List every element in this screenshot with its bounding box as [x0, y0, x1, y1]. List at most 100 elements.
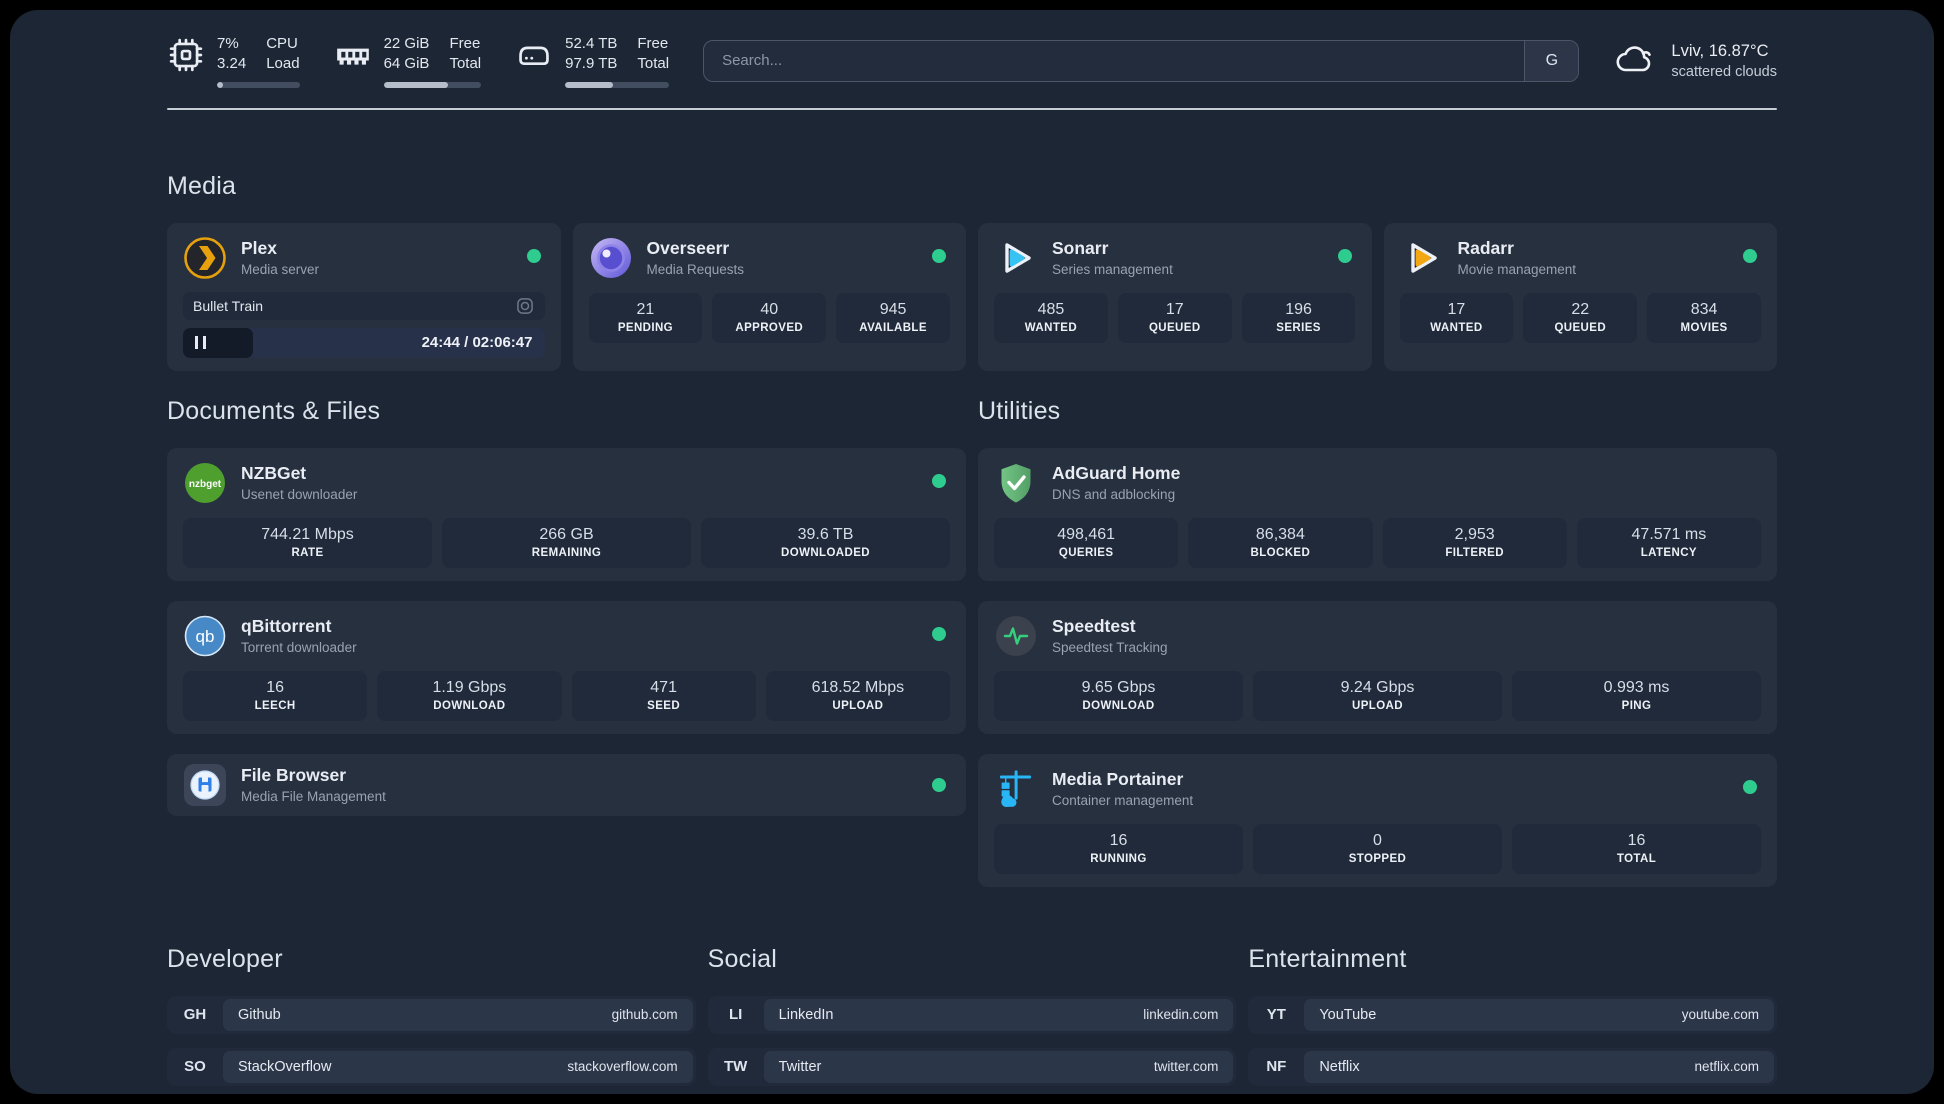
playback-time: 24:44 / 02:06:47 [421, 334, 533, 351]
app-card-filebrowser[interactable]: File Browser Media File Management [167, 753, 966, 816]
stat-queries: 498,461 QUERIES [994, 517, 1179, 568]
plex-icon [183, 236, 227, 280]
link-abbr: SO [184, 1058, 206, 1075]
section-documents: Documents & Files nzbget NZBGet Usenet d [167, 397, 966, 887]
link-name: Github [238, 1006, 281, 1023]
link-name: Netflix [1319, 1058, 1360, 1075]
qbittorrent-icon: qb [183, 614, 227, 658]
cpu-progress-bar [217, 81, 300, 88]
search-input[interactable] [704, 40, 1525, 81]
search-engine-button[interactable]: G [1524, 40, 1579, 81]
link-url: github.com [611, 1007, 678, 1022]
sonarr-icon [994, 236, 1038, 280]
status-dot [1743, 248, 1757, 263]
memory-labels: Free Total [449, 35, 482, 73]
app-card-overseerr[interactable]: Overseerr Media Requests 21 PENDING 40 A… [572, 222, 966, 371]
link-twitter[interactable]: TW Twitter twitter.com [707, 1047, 1237, 1086]
stat-latency: 47.571 ms LATENCY [1576, 517, 1761, 568]
cpu-chip-icon [167, 36, 205, 74]
playback-progress-fill [183, 327, 254, 358]
link-name: StackOverflow [238, 1058, 332, 1075]
status-dot [1337, 248, 1352, 263]
playback-progress-bar[interactable]: 24:44 / 02:06:47 [183, 327, 545, 358]
cpu-widget: 7% 3.24 CPU Load [167, 34, 300, 88]
cloud-icon [1613, 39, 1657, 83]
link-netflix[interactable]: NF Netflix netflix.com [1248, 1047, 1777, 1086]
link-youtube[interactable]: YT YouTube youtube.com [1248, 995, 1777, 1034]
stat-movies: 834 MOVIES [1647, 292, 1761, 343]
app-title: Media Portainer [1052, 769, 1184, 789]
topbar: 7% 3.24 CPU Load 22 GiB 64 GiB Free Tota… [167, 34, 1777, 88]
pause-icon[interactable] [195, 336, 206, 349]
weather-widget: Lviv, 16.87°C scattered clouds [1613, 39, 1777, 83]
nzbget-icon: nzbget [183, 461, 227, 505]
dashboard: 7% 3.24 CPU Load 22 GiB 64 GiB Free Tota… [10, 10, 1934, 1094]
now-playing-title: Bullet Train [193, 297, 264, 314]
link-linkedin[interactable]: LI LinkedIn linkedin.com [707, 995, 1237, 1034]
app-description: Usenet downloader [241, 487, 358, 502]
app-description: Speedtest Tracking [1052, 640, 1168, 655]
weather-text: Lviv, 16.87°C scattered clouds [1671, 42, 1777, 80]
app-title: File Browser [241, 765, 347, 785]
svg-text:qb: qb [196, 627, 215, 646]
ram-icon [334, 36, 372, 74]
topbar-divider [167, 107, 1777, 110]
status-dot [932, 248, 946, 263]
cpu-values: 7% 3.24 [217, 35, 247, 73]
link-url: twitter.com [1153, 1059, 1219, 1074]
link-url: linkedin.com [1143, 1007, 1219, 1022]
app-card-speedtest[interactable]: Speedtest Speedtest Tracking 9.65 Gbps D… [978, 600, 1777, 734]
status-dot [932, 626, 946, 641]
app-title: Overseerr [646, 238, 730, 258]
adguard-shield-icon [994, 461, 1038, 505]
disk-drive-icon [515, 36, 553, 74]
app-card-qbittorrent[interactable]: qb qBittorrent Torrent downloader 16 LEE… [167, 600, 966, 734]
app-description: Series management [1052, 262, 1173, 277]
section-title-developer: Developer [167, 944, 283, 973]
stat-upload: 9.24 Gbps UPLOAD [1253, 670, 1502, 721]
storage-progress-bar [565, 81, 670, 88]
link-name: Twitter [778, 1058, 822, 1075]
session-camera-icon[interactable] [515, 296, 535, 316]
link-stackoverflow[interactable]: SO StackOverflow stackoverflow.com [167, 1047, 696, 1086]
stat-stopped: 0 STOPPED [1253, 823, 1502, 874]
stat-queued: 22 QUEUED [1523, 292, 1638, 343]
app-title: AdGuard Home [1052, 463, 1181, 483]
link-abbr: LI [728, 1006, 743, 1023]
app-description: Container management [1052, 793, 1194, 808]
app-title: qBittorrent [241, 616, 332, 636]
status-dot [526, 248, 541, 263]
app-card-nzbget[interactable]: nzbget NZBGet Usenet downloader 744.21 M… [167, 447, 966, 581]
speedtest-pulse-icon [994, 614, 1038, 658]
link-abbr: GH [183, 1006, 207, 1023]
app-card-radarr[interactable]: Radarr Movie management 17 WANTED 22 QUE… [1383, 222, 1777, 371]
stat-download: 1.19 Gbps DOWNLOAD [377, 670, 562, 721]
search-bar: G [703, 39, 1580, 82]
app-card-adguard[interactable]: AdGuard Home DNS and adblocking 498,461 … [978, 447, 1777, 581]
memory-progress-bar [383, 81, 482, 88]
app-description: DNS and adblocking [1052, 487, 1176, 502]
svg-text:nzbget: nzbget [189, 479, 222, 490]
portainer-crane-icon [994, 767, 1038, 811]
filebrowser-icon [183, 763, 227, 807]
app-description: Media File Management [241, 789, 386, 804]
status-dot [1743, 779, 1757, 794]
stat-upload: 618.52 Mbps UPLOAD [765, 670, 950, 721]
link-name: YouTube [1319, 1006, 1377, 1023]
app-card-sonarr[interactable]: Sonarr Series management 485 WANTED 17 Q… [978, 222, 1372, 371]
app-title: NZBGet [241, 463, 307, 483]
app-title: Sonarr [1052, 238, 1109, 258]
stat-series: 196 SERIES [1241, 292, 1356, 343]
memory-values: 22 GiB 64 GiB [383, 35, 430, 73]
storage-widget: 52.4 TB 97.9 TB Free Total [515, 34, 670, 88]
app-card-plex[interactable]: Plex Media server Bullet Train 24:44 / 0… [167, 222, 561, 371]
section-title-media: Media [167, 171, 237, 200]
storage-values: 52.4 TB 97.9 TB [565, 35, 618, 73]
section-title-utilities: Utilities [978, 396, 1061, 425]
link-url: youtube.com [1681, 1007, 1759, 1022]
app-card-portainer[interactable]: Media Portainer Container management 16 … [978, 753, 1777, 887]
section-social: Social LI LinkedIn linkedin.com TW Twitt… [707, 945, 1237, 1095]
section-title-documents: Documents & Files [167, 396, 381, 425]
link-name: LinkedIn [778, 1006, 834, 1023]
link-github[interactable]: GH Github github.com [167, 995, 696, 1034]
